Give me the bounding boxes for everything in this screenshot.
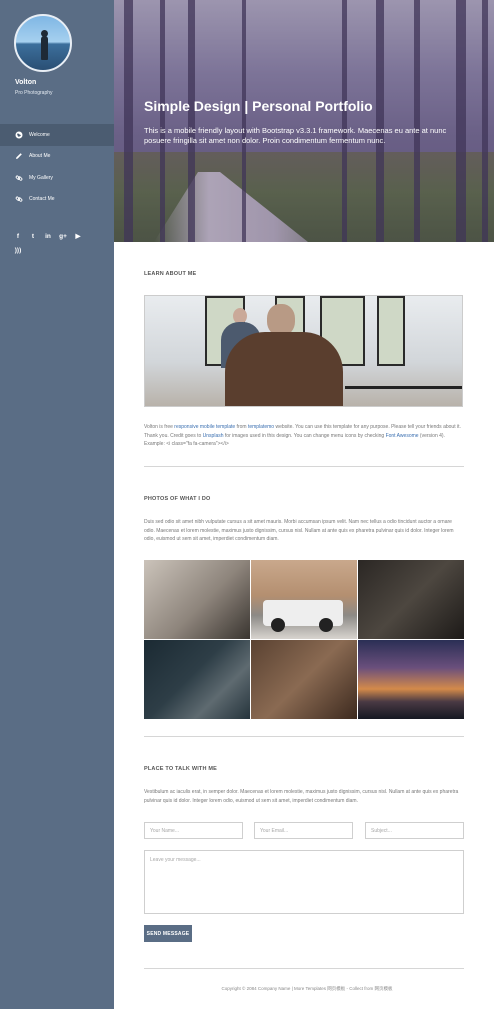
nav-item-welcome[interactable]: Welcome xyxy=(0,124,114,146)
hero-banner: Simple Design | Personal Portfolio This … xyxy=(114,0,494,242)
avatar-figure xyxy=(41,36,48,60)
about-photo xyxy=(144,295,463,407)
linkedin-icon[interactable]: in xyxy=(44,233,52,241)
gallery-photo[interactable] xyxy=(144,560,250,639)
contact-title: PLACE TO TALK WITH ME xyxy=(144,766,218,772)
photo-gallery xyxy=(144,560,464,720)
photo-car xyxy=(263,600,343,632)
nav-label-contact: Contact Me xyxy=(29,196,55,203)
responsive-template-link[interactable]: responsive mobile template xyxy=(174,424,235,430)
youtube-icon[interactable]: ▶ xyxy=(74,233,82,241)
about-title: LEARN ABOUT ME xyxy=(144,271,197,277)
facebook-icon[interactable]: f xyxy=(14,233,22,241)
font-awesome-link[interactable]: Font Awesome xyxy=(386,433,419,439)
about-text-part: for images used in this design. You can … xyxy=(223,432,386,439)
car-wheel xyxy=(271,618,285,632)
sidebar-nav: Welcome About Me My Gallery Contact Me xyxy=(0,124,114,210)
site-brand[interactable]: Volton xyxy=(15,79,36,86)
link-icon xyxy=(15,195,23,203)
twitter-icon[interactable]: t xyxy=(29,233,37,241)
gallery-photo[interactable] xyxy=(358,560,464,639)
photo-window xyxy=(377,296,405,366)
sidebar: Volton Pro Photography Welcome About Me … xyxy=(0,0,114,1009)
gallery-photo[interactable] xyxy=(358,640,464,719)
message-field[interactable] xyxy=(144,850,464,914)
name-field[interactable] xyxy=(144,822,243,839)
section-divider xyxy=(144,968,464,969)
link-icon xyxy=(15,174,23,182)
person-body xyxy=(225,332,343,406)
contact-text: Vestibulum ac iaculis erat, in semper do… xyxy=(144,789,459,804)
gallery-photo[interactable] xyxy=(251,640,357,719)
nav-item-contact[interactable]: Contact Me xyxy=(0,189,114,211)
about-text: Volton is free responsive mobile templat… xyxy=(144,423,464,449)
photo-person-front xyxy=(225,304,343,406)
section-divider xyxy=(144,466,464,467)
gallery-photo[interactable] xyxy=(144,640,250,719)
hero-subtitle: This is a mobile friendly layout with Bo… xyxy=(144,126,447,145)
gallery-text: Duis sed odio sit amet nibh vulputate cu… xyxy=(144,519,454,542)
about-text-part: Volton is free xyxy=(144,424,175,430)
subject-field[interactable] xyxy=(365,822,464,839)
section-divider xyxy=(144,736,464,737)
car-wheel xyxy=(319,618,333,632)
footer: Copyright © 2084 Company Name | More Tem… xyxy=(221,986,393,991)
gallery-photo[interactable] xyxy=(251,560,357,639)
email-field[interactable] xyxy=(254,822,353,839)
rss-icon[interactable]: ))) xyxy=(14,247,22,255)
gallery-title: PHOTOS OF WHAT I DO xyxy=(144,496,211,502)
hero-overlay xyxy=(114,0,494,242)
unsplash-link[interactable]: Unsplash xyxy=(203,433,224,439)
globe-icon xyxy=(15,131,23,139)
nav-label-gallery: My Gallery xyxy=(29,174,53,181)
templatemo-link[interactable]: templatemo xyxy=(248,424,274,430)
nav-item-about[interactable]: About Me xyxy=(0,146,114,168)
send-message-button[interactable]: SEND MESSAGE xyxy=(144,925,192,942)
hero-title: Simple Design | Personal Portfolio xyxy=(144,98,373,114)
site-tagline: Pro Photography xyxy=(15,90,53,96)
nav-label-about: About Me xyxy=(29,153,51,160)
photo-table xyxy=(345,386,462,389)
pencil-icon xyxy=(15,152,23,160)
nav-label-welcome: Welcome xyxy=(29,131,50,138)
about-text-part: from xyxy=(235,424,248,430)
social-links: f t in g+ ▶ ))) xyxy=(14,233,94,255)
avatar xyxy=(14,14,72,72)
google-plus-icon[interactable]: g+ xyxy=(59,233,67,241)
nav-item-gallery[interactable]: My Gallery xyxy=(0,167,114,189)
